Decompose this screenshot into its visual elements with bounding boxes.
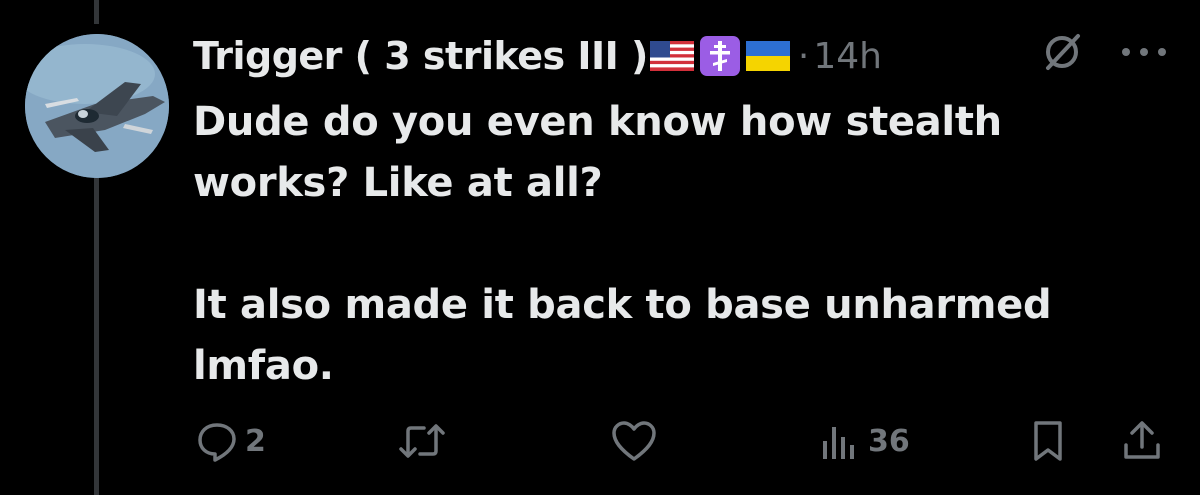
fighter-jet-image: [25, 34, 169, 178]
retweet-icon: [399, 424, 445, 458]
retweet-button[interactable]: [398, 418, 446, 464]
more-options-icon[interactable]: [1118, 44, 1170, 58]
avatar[interactable]: [25, 34, 169, 178]
heart-icon: [612, 421, 656, 461]
timestamp[interactable]: 14h: [813, 36, 882, 77]
reply-count: 2: [245, 423, 266, 459]
flag-ukraine-icon: [745, 41, 790, 71]
tweet-header: Trigger ( 3 strikes III ) · 14h: [193, 26, 882, 86]
orthodox-cross-icon: [699, 36, 740, 76]
reply-button[interactable]: 2: [195, 418, 266, 464]
views-count: 36: [868, 423, 910, 459]
grok-icon[interactable]: [1040, 30, 1084, 74]
views-button[interactable]: 36: [818, 418, 910, 464]
thread-line-bottom: [94, 172, 99, 495]
flag-us-icon: [649, 41, 694, 71]
share-button[interactable]: [1120, 418, 1164, 464]
views-icon: [823, 427, 854, 459]
share-icon: [1124, 421, 1160, 459]
separator-dot: ·: [797, 35, 810, 77]
reply-icon: [198, 423, 236, 462]
tweet-text: Dude do you even know how stealth works?…: [193, 99, 1052, 389]
display-name[interactable]: Trigger ( 3 strikes III ): [193, 34, 648, 78]
bookmark-button[interactable]: [1028, 418, 1068, 464]
thread-line-top: [94, 0, 99, 24]
bookmark-icon: [1034, 421, 1062, 461]
like-button[interactable]: [610, 418, 658, 464]
